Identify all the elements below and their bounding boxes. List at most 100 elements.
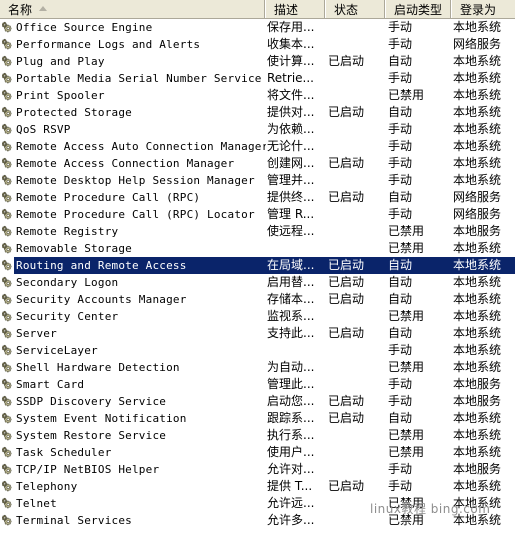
table-row[interactable]: Smart Card 管理此... 手动 本地服务	[0, 376, 515, 393]
column-header-log-on-as[interactable]: 登录为	[452, 0, 515, 18]
cell-log-on-as: 本地系统	[453, 292, 502, 306]
table-row[interactable]: Server 支持此... 已启动 自动 本地系统	[0, 325, 515, 342]
service-gear-icon	[1, 123, 14, 136]
table-row[interactable]: Portable Media Serial Number Service Retr…	[0, 70, 515, 87]
cell-log-on-as: 本地服务	[453, 462, 502, 476]
cell-log-on-as: 本地系统	[453, 513, 502, 527]
table-row[interactable]: Telephony 提供 T... 已启动 手动 本地系统	[0, 478, 515, 495]
cell-log-on-as: 本地服务	[453, 394, 502, 408]
cell-description: 使计算...	[267, 54, 315, 68]
cell-service-name[interactable]: System Restore Service	[0, 427, 266, 444]
cell-service-name[interactable]: Removable Storage	[0, 240, 266, 257]
cell-service-name[interactable]: Remote Procedure Call (RPC) Locator	[0, 206, 266, 223]
column-header-status[interactable]: 状态	[326, 0, 386, 18]
cell-service-name[interactable]: Security Center	[0, 308, 266, 325]
table-row[interactable]: System Event Notification 跟踪系... 已启动 自动 本地系统	[0, 410, 515, 427]
table-row[interactable]: Protected Storage 提供对... 已启动 自动 本地系统	[0, 104, 515, 121]
table-row[interactable]: Shell Hardware Detection 为自动... 已禁用 本地系统	[0, 359, 515, 376]
cell-service-name[interactable]: Plug and Play	[0, 53, 266, 70]
table-row[interactable]: Telnet 允许远... 已禁用 本地系统	[0, 495, 515, 512]
cell-startup-type: 自动	[388, 190, 413, 204]
table-row[interactable]: Terminal Services 允许多... 已禁用 本地系统	[0, 512, 515, 529]
cell-service-name[interactable]: Task Scheduler	[0, 444, 266, 461]
cell-description: 允许远...	[267, 496, 315, 510]
cell-service-name[interactable]: Secondary Logon	[0, 274, 266, 291]
column-header-status-label: 状态	[334, 2, 359, 17]
cell-service-name[interactable]: Smart Card	[0, 376, 266, 393]
cell-service-name[interactable]: Routing and Remote Access	[0, 257, 266, 274]
table-row[interactable]: Task Scheduler 使用户... 已禁用 本地系统	[0, 444, 515, 461]
cell-service-name[interactable]: Security Accounts Manager	[0, 291, 266, 308]
table-row[interactable]: Plug and Play 使计算... 已启动 自动 本地系统	[0, 53, 515, 70]
cell-service-name[interactable]: Remote Desktop Help Session Manager	[0, 172, 266, 189]
service-gear-icon	[1, 378, 14, 391]
column-header-startup-type[interactable]: 启动类型	[386, 0, 452, 18]
table-row[interactable]: Removable Storage 已禁用 本地系统	[0, 240, 515, 257]
cell-startup-type: 自动	[388, 54, 413, 68]
services-list-view[interactable]: 名称 描述 状态 启动类型 登录为 Office Source Engine 保存…	[0, 0, 515, 534]
table-row[interactable]: Office Source Engine 保存用... 手动 本地系统	[0, 19, 515, 36]
cell-service-name[interactable]: Remote Access Connection Manager	[0, 155, 266, 172]
cell-log-on-as: 本地系统	[453, 71, 502, 85]
cell-service-name[interactable]: ServiceLayer	[0, 342, 266, 359]
cell-service-name[interactable]: Remote Access Auto Connection Manager	[0, 138, 266, 155]
table-row[interactable]: ServiceLayer 手动 本地系统	[0, 342, 515, 359]
table-row[interactable]: Remote Procedure Call (RPC) 提供终... 已启动 自动 网络…	[0, 189, 515, 206]
cell-service-name[interactable]: Portable Media Serial Number Service	[0, 70, 266, 87]
service-gear-icon	[1, 276, 14, 289]
cell-service-name[interactable]: Telephony	[0, 478, 266, 495]
cell-service-name[interactable]: SSDP Discovery Service	[0, 393, 266, 410]
cell-service-name[interactable]: Remote Procedure Call (RPC)	[0, 189, 266, 206]
table-row[interactable]: Routing and Remote Access 在局域... 已启动 自动 本地系统	[0, 257, 515, 274]
cell-service-name[interactable]: Print Spooler	[0, 87, 266, 104]
cell-service-name[interactable]: Server	[0, 325, 266, 342]
service-gear-icon	[1, 361, 14, 374]
service-name-label: Protected Storage	[16, 106, 132, 119]
table-row[interactable]: QoS RSVP 为依赖... 手动 本地系统	[0, 121, 515, 138]
table-row[interactable]: Performance Logs and Alerts 收集本... 手动 网络服务	[0, 36, 515, 53]
column-header-name[interactable]: 名称	[0, 0, 266, 18]
cell-service-name[interactable]: Office Source Engine	[0, 19, 266, 36]
table-row[interactable]: Remote Registry 使远程... 已禁用 本地服务	[0, 223, 515, 240]
table-row[interactable]: SSDP Discovery Service 启动您... 已启动 手动 本地服务	[0, 393, 515, 410]
table-row[interactable]: TCP/IP NetBIOS Helper 允许对... 手动 本地服务	[0, 461, 515, 478]
cell-log-on-as: 本地系统	[453, 496, 502, 510]
service-gear-icon	[1, 344, 14, 357]
cell-service-name[interactable]: System Event Notification	[0, 410, 266, 427]
cell-startup-type: 自动	[388, 105, 413, 119]
table-row[interactable]: Remote Access Auto Connection Manager 无论什…	[0, 138, 515, 155]
column-header-description[interactable]: 描述	[266, 0, 326, 18]
table-row[interactable]: System Restore Service 执行系... 已禁用 本地系统	[0, 427, 515, 444]
table-row[interactable]: Remote Access Connection Manager 创建网... 已启…	[0, 155, 515, 172]
cell-status	[326, 87, 386, 104]
cell-log-on-as: 本地系统	[453, 479, 502, 493]
cell-service-name[interactable]: Terminal Services	[0, 512, 266, 529]
cell-log-on-as: 本地系统	[453, 122, 502, 136]
cell-description: 执行系...	[267, 428, 315, 442]
cell-service-name[interactable]: Shell Hardware Detection	[0, 359, 266, 376]
cell-log-on-as: 本地系统	[453, 156, 502, 170]
cell-description: 跟踪系...	[267, 411, 315, 425]
cell-service-name[interactable]: TCP/IP NetBIOS Helper	[0, 461, 266, 478]
service-name-label: Security Accounts Manager	[16, 293, 187, 306]
table-row[interactable]: Security Center 监视系... 已禁用 本地系统	[0, 308, 515, 325]
service-gear-icon	[1, 293, 14, 306]
cell-startup-type: 自动	[388, 411, 413, 425]
table-row[interactable]: Remote Procedure Call (RPC) Locator 管理 R.…	[0, 206, 515, 223]
cell-description: 为依赖...	[267, 122, 315, 136]
cell-service-name[interactable]: QoS RSVP	[0, 121, 266, 138]
table-row[interactable]: Remote Desktop Help Session Manager 管理并..…	[0, 172, 515, 189]
cell-description: 启动您...	[267, 394, 315, 408]
cell-service-name[interactable]: Protected Storage	[0, 104, 266, 121]
service-gear-icon	[1, 208, 14, 221]
table-row[interactable]: Secondary Logon 启用替... 已启动 自动 本地系统	[0, 274, 515, 291]
service-name-label: Remote Procedure Call (RPC)	[16, 191, 201, 204]
cell-service-name[interactable]: Performance Logs and Alerts	[0, 36, 266, 53]
cell-service-name[interactable]: Remote Registry	[0, 223, 266, 240]
cell-service-name[interactable]: Telnet	[0, 495, 266, 512]
cell-description: 存储本...	[267, 292, 315, 306]
table-row[interactable]: Print Spooler 将文件... 已禁用 本地系统	[0, 87, 515, 104]
service-name-label: Remote Registry	[16, 225, 119, 238]
table-row[interactable]: Security Accounts Manager 存储本... 已启动 自动 本地系统	[0, 291, 515, 308]
cell-log-on-as: 网络服务	[453, 37, 502, 51]
